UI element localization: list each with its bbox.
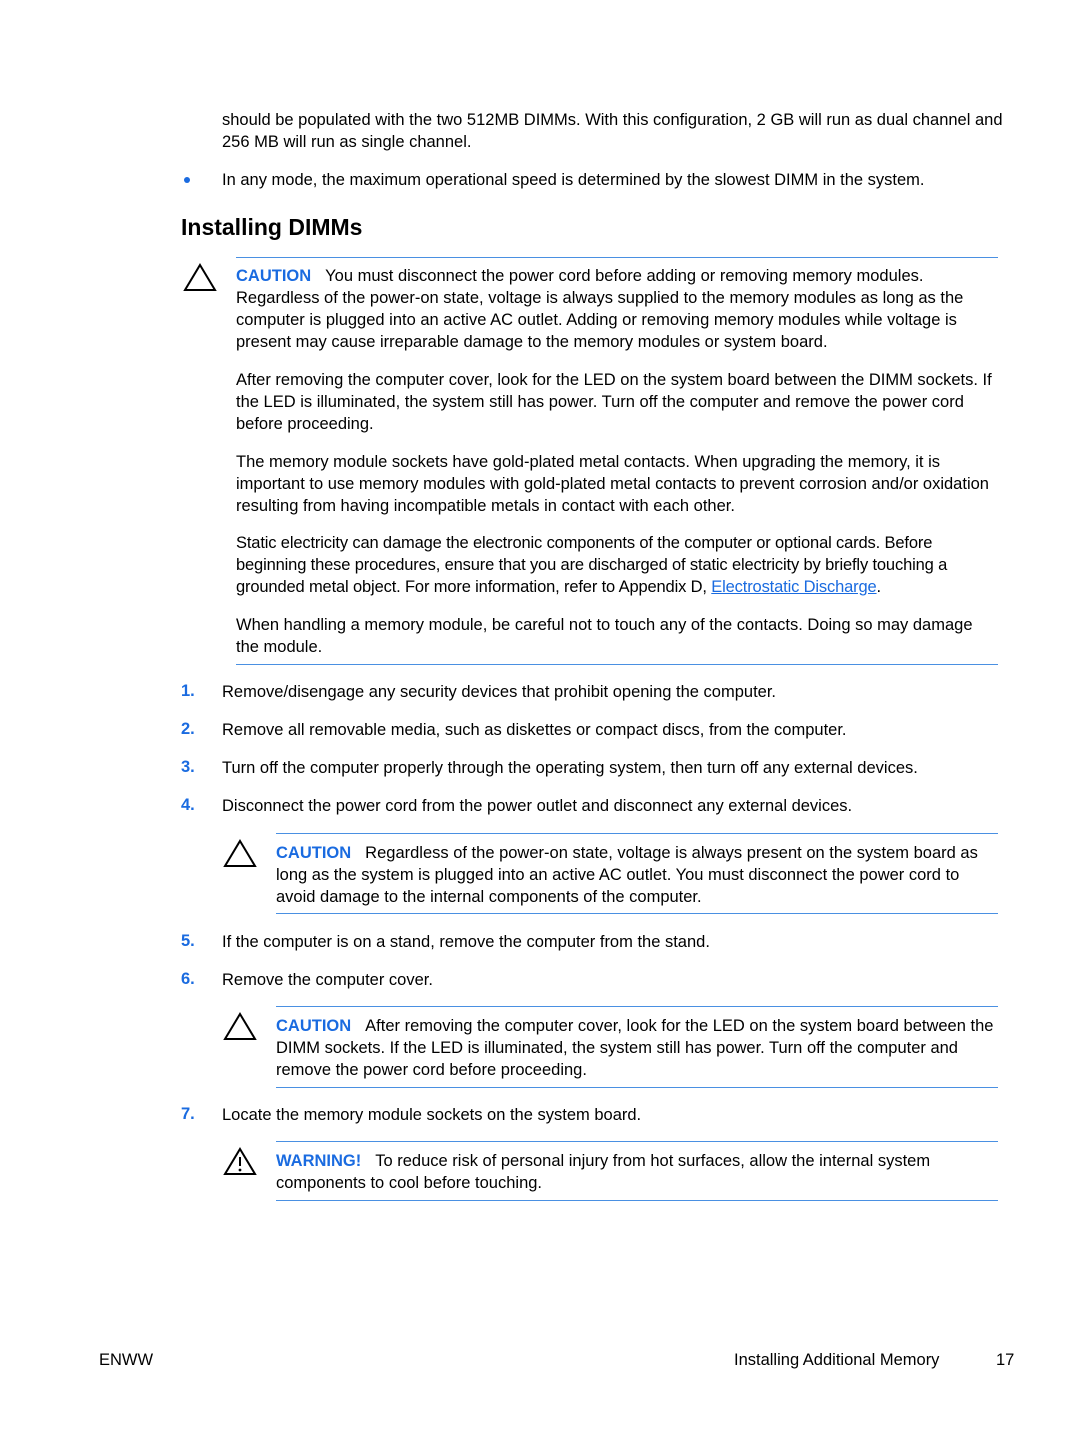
caution-text: You must disconnect the power cord befor… [236, 267, 964, 351]
step-text: Turn off the computer properly through t… [222, 759, 918, 777]
step-text: Remove/disengage any security devices th… [222, 683, 776, 701]
step-text: Remove the computer cover. [222, 971, 433, 989]
footer-chapter: Installing Additional Memory [734, 1351, 940, 1369]
caution-step6-bottom-rule [276, 1087, 998, 1088]
step-number: 1. [181, 682, 195, 700]
caution-step4-bottom-rule [276, 913, 998, 914]
caution-para-2: After removing the computer cover, look … [236, 371, 992, 433]
caution-step6: CAUTION After removing the computer cover… [276, 1015, 998, 1081]
caution-para-4: Static electricity can damage the electr… [236, 532, 1000, 598]
caution-label: CAUTION [236, 267, 312, 285]
caution-label: CAUTION [276, 1017, 352, 1035]
warning-triangle-icon [223, 1147, 257, 1175]
caution-text: Regardless of the power-on state, voltag… [276, 844, 978, 906]
step-number: 3. [181, 758, 195, 776]
caution-step6-top-rule [276, 1006, 998, 1007]
section-title: Installing DIMMs [181, 214, 363, 240]
warning-text: To reduce risk of personal injury from h… [276, 1152, 931, 1192]
step-text: If the computer is on a stand, remove th… [222, 933, 710, 951]
caution-bottom-rule [236, 664, 998, 665]
electrostatic-discharge-link[interactable]: Electrostatic Discharge [711, 578, 876, 596]
step-number: 4. [181, 796, 195, 814]
caution-step4: CAUTION Regardless of the power-on state,… [276, 842, 998, 908]
footer-page-number: 17 [996, 1351, 1015, 1369]
step-number: 7. [181, 1105, 195, 1123]
caution-step4-top-rule [276, 833, 998, 834]
intro-continued-text: should be populated with the two 512MB D… [222, 111, 1003, 151]
caution-text: After removing the computer cover, look … [276, 1017, 994, 1079]
caution-para-5: When handling a memory module, be carefu… [236, 616, 973, 656]
caution-para-3: The memory module sockets have gold-plat… [236, 453, 989, 515]
step-number: 5. [181, 932, 195, 950]
caution-top-rule [236, 257, 998, 258]
caution-triangle-icon [223, 1012, 257, 1040]
step-number: 6. [181, 970, 195, 988]
intro-bullet-text: In any mode, the maximum operational spe… [222, 171, 925, 189]
caution-main: CAUTION You must disconnect the power cor… [236, 265, 1000, 353]
step-text: Locate the memory module sockets on the … [222, 1106, 642, 1124]
caution-label: CAUTION [276, 844, 352, 862]
warning-bottom-rule [276, 1200, 998, 1201]
warning-step7: WARNING! To reduce risk of personal injur… [276, 1150, 1006, 1194]
warning-label: WARNING! [276, 1152, 362, 1170]
caution-triangle-icon [223, 839, 257, 867]
step-text: Remove all removable media, such as disk… [222, 721, 847, 739]
footer-left: ENWW [99, 1351, 154, 1369]
bullet-icon [184, 177, 190, 183]
step-number: 2. [181, 720, 195, 738]
warning-top-rule [276, 1141, 998, 1142]
caution-para-4-end: . [876, 578, 882, 596]
caution-triangle-icon [183, 263, 217, 291]
step-text: Disconnect the power cord from the power… [222, 797, 853, 815]
